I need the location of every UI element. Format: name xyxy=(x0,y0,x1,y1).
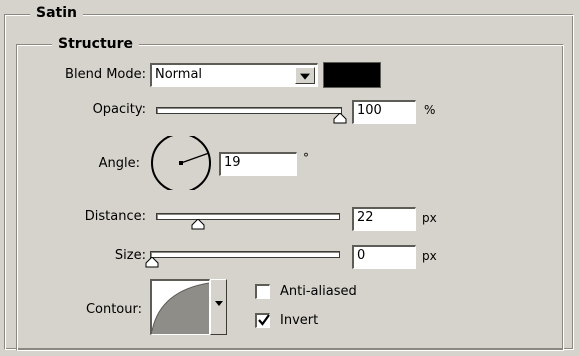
satin-color-swatch[interactable] xyxy=(323,62,381,88)
size-slider-track[interactable] xyxy=(150,251,340,258)
checkmark-icon xyxy=(258,314,270,326)
size-label: Size: xyxy=(114,248,146,263)
distance-unit: px xyxy=(422,211,437,225)
opacity-input[interactable]: 100 xyxy=(352,100,416,124)
structure-title: Structure xyxy=(52,36,140,52)
angle-dial[interactable] xyxy=(149,136,213,190)
opacity-slider-track[interactable] xyxy=(156,107,342,114)
distance-label: Distance: xyxy=(84,209,146,224)
satin-panel: Satin Structure Blend Mode: Normal Opaci… xyxy=(0,0,579,356)
size-unit: px xyxy=(422,249,437,263)
satin-title: Satin xyxy=(30,5,83,21)
opacity-slider-thumb[interactable] xyxy=(333,113,347,124)
blend-mode-dropdown-button[interactable] xyxy=(295,67,315,84)
distance-slider-track[interactable] xyxy=(156,213,340,220)
anti-aliased-label: Anti-aliased xyxy=(280,284,357,299)
blend-mode-select[interactable]: Normal xyxy=(150,63,318,87)
contour-curve-icon xyxy=(152,282,209,334)
contour-picker[interactable] xyxy=(150,279,210,335)
angle-input[interactable]: 19 xyxy=(219,152,297,176)
size-input[interactable]: 0 xyxy=(352,245,416,269)
angle-label: Angle: xyxy=(98,156,140,171)
blend-mode-value: Normal xyxy=(155,67,203,82)
distance-input[interactable]: 22 xyxy=(352,207,416,231)
anti-aliased-checkbox[interactable] xyxy=(255,284,270,299)
chevron-down-icon xyxy=(300,73,310,80)
distance-slider-thumb[interactable] xyxy=(191,219,205,230)
blend-mode-label: Blend Mode: xyxy=(65,67,146,82)
size-slider-thumb[interactable] xyxy=(145,257,159,268)
contour-label: Contour: xyxy=(85,302,142,317)
contour-dropdown-button[interactable] xyxy=(210,279,227,335)
angle-unit: ° xyxy=(303,151,309,165)
opacity-label: Opacity: xyxy=(92,102,146,117)
opacity-unit: % xyxy=(424,103,436,117)
invert-checkbox[interactable] xyxy=(255,313,270,328)
invert-label: Invert xyxy=(280,313,319,328)
chevron-down-icon xyxy=(214,300,223,306)
